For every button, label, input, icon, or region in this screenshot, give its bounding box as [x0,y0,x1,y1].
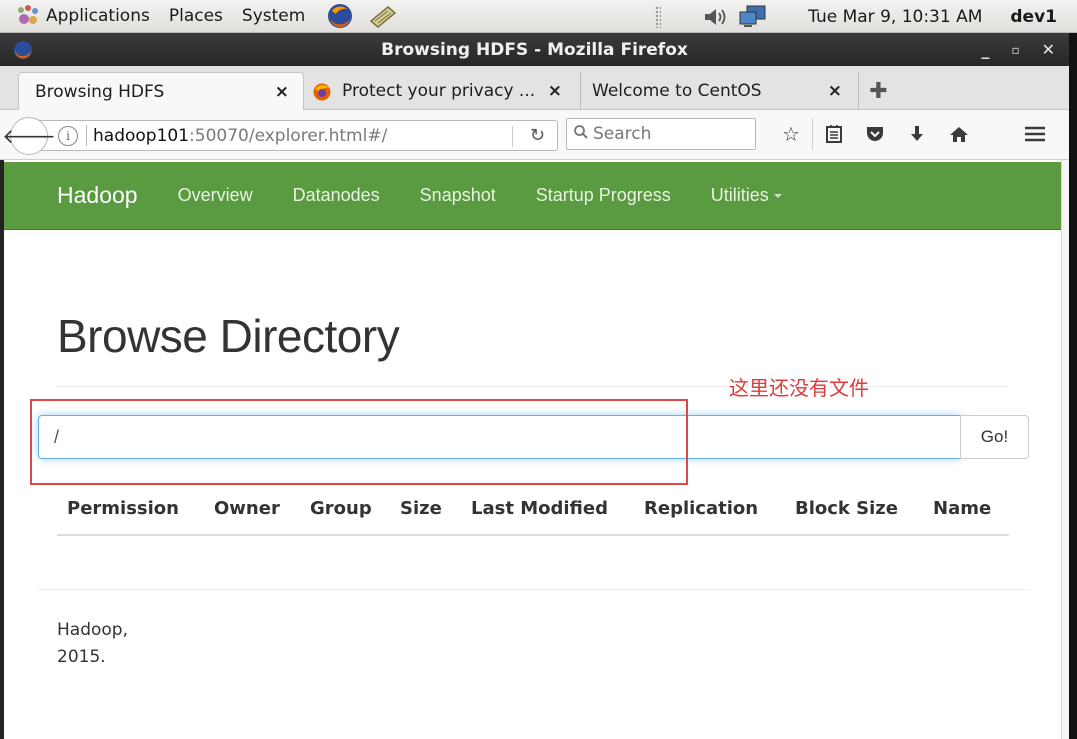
search-icon [573,124,589,145]
system-menu[interactable]: System [242,6,305,26]
column-last-modified[interactable]: Last Modified [471,498,608,519]
top-panel: Applications Places System Tue Mar 9, 10… [0,0,1077,33]
tab-label: Browsing HDFS [35,81,165,102]
url-path: :50070/explorer.html#/ [189,125,388,146]
bookmark-star-icon[interactable]: ☆ [770,118,812,150]
home-icon[interactable] [938,118,980,150]
footer-line-2: 2015. [57,647,106,667]
back-arrow-icon: 🡐 [2,124,56,148]
page-title: Browse Directory [57,310,400,362]
tab-protect-privacy[interactable]: Protect your privacy ... × [306,72,576,110]
nav-snapshot[interactable]: Snapshot [420,185,496,206]
firefox-favicon-icon [312,82,332,107]
file-table-header: Permission Owner Group Size Last Modifie… [57,494,1009,536]
close-tab-icon[interactable]: × [828,81,842,101]
hadoop-navbar: Hadoop Overview Datanodes Snapshot Start… [4,162,1061,230]
tab-browsing-hdfs[interactable]: Browsing HDFS × [18,72,304,110]
window-title: Browsing HDFS - Mozilla Firefox [381,39,688,60]
back-button[interactable]: 🡐 [2,117,56,155]
column-name[interactable]: Name [933,498,991,519]
column-group[interactable]: Group [310,498,372,519]
screen: Applications Places System Tue Mar 9, 10… [0,0,1077,739]
column-permission[interactable]: Permission [67,498,179,519]
scrollbar-track[interactable] [1061,160,1069,739]
new-tab-icon[interactable]: ✚ [858,72,898,110]
hadoop-brand[interactable]: Hadoop [57,182,138,209]
firefox-window-icon [12,39,34,66]
nav-datanodes[interactable]: Datanodes [293,185,380,206]
close-window-icon[interactable]: ✕ [1042,40,1055,59]
column-owner[interactable]: Owner [214,498,280,519]
tab-welcome-centos[interactable]: Welcome to CentOS × [580,72,856,110]
annotation-highlight-box [30,399,688,485]
places-menu[interactable]: Places [169,6,223,26]
window-controls: _ ▫ ✕ [981,33,1055,66]
close-tab-icon[interactable]: × [275,82,289,102]
footer: Hadoop, 2015. [57,617,128,671]
clock[interactable]: Tue Mar 9, 10:31 AM [808,7,982,27]
firefox-launcher-icon[interactable] [326,2,354,30]
toolbar-icons: ☆ [770,118,980,150]
panel-right: Tue Mar 9, 10:31 AM dev1 [702,0,1077,33]
nav-toolbar: i hadoop101 :50070/explorer.html#/ ↻ 🡐 S… [0,110,1069,160]
column-block-size[interactable]: Block Size [795,498,898,519]
column-size[interactable]: Size [400,498,442,519]
search-bar[interactable]: Search [566,118,756,150]
column-replication[interactable]: Replication [644,498,758,519]
applications-menu[interactable]: Applications [46,6,150,26]
volume-icon[interactable] [702,5,730,29]
url-separator [86,125,87,146]
gnome-foot-icon[interactable] [14,4,42,28]
nav-utilities-label: Utilities [710,185,769,205]
window-left-edge [0,160,4,739]
panel-separator [655,6,661,28]
window-right-edge [1069,33,1077,739]
footer-divider [37,589,1029,590]
network-icon[interactable] [738,4,768,30]
nav-overview[interactable]: Overview [178,185,253,206]
download-icon[interactable] [896,118,938,150]
window-titlebar[interactable]: Browsing HDFS - Mozilla Firefox _ ▫ ✕ [0,33,1069,66]
url-divider [512,126,513,147]
user-name[interactable]: dev1 [1010,7,1057,27]
tab-label: Welcome to CentOS [592,81,762,101]
pocket-icon[interactable] [854,118,896,150]
footer-line-1: Hadoop, [57,620,128,640]
text-editor-launcher-icon[interactable] [368,3,398,29]
reload-icon[interactable]: ↻ [530,125,545,146]
nav-utilities[interactable]: Utilities [711,185,782,206]
hamburger-menu-icon[interactable] [1014,118,1056,150]
annotation-text: 这里还没有文件 [729,376,869,400]
nav-startup-progress[interactable]: Startup Progress [536,185,671,206]
minimize-icon[interactable]: _ [981,40,989,59]
url-bar[interactable]: i hadoop101 :50070/explorer.html#/ ↻ [34,120,558,151]
tab-strip: Browsing HDFS × Protect your privacy ...… [0,66,1069,110]
close-tab-icon[interactable]: × [548,81,562,101]
search-placeholder: Search [593,124,652,144]
reading-list-icon[interactable] [812,118,854,150]
info-icon[interactable]: i [58,125,78,146]
go-button[interactable]: Go! [960,415,1029,459]
url-host: hadoop101 [93,125,190,146]
caret-down-icon [773,194,782,199]
tab-label: Protect your privacy ... [342,81,536,101]
maximize-icon[interactable]: ▫ [1011,43,1019,57]
